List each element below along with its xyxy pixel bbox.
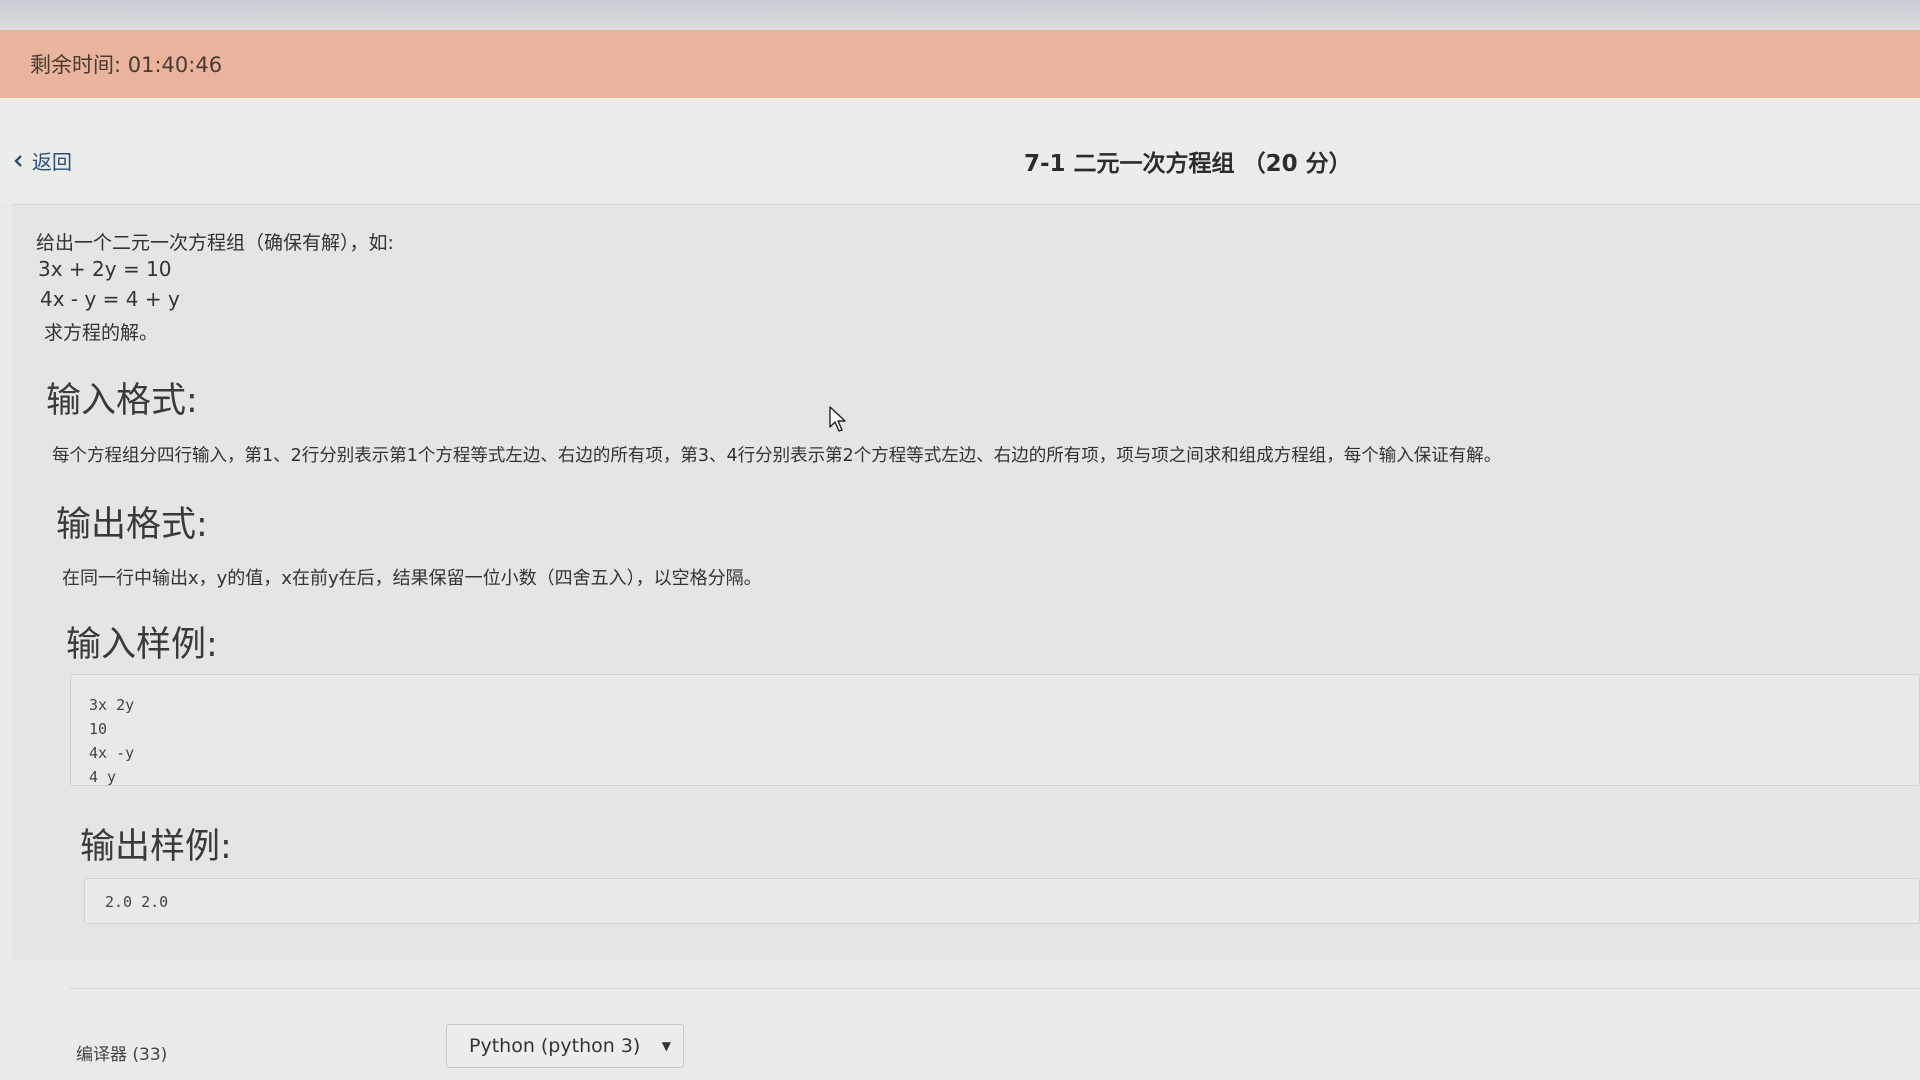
caret-down-icon: ▼: [661, 1039, 671, 1053]
back-link[interactable]: 返回: [12, 146, 72, 175]
intro-line: 3x + 2y = 10: [38, 257, 172, 281]
chevron-left-icon: [12, 149, 26, 173]
problem-title: 7-1 二元一次方程组 （20 分）: [1024, 151, 1352, 177]
compiler-selected-value: Python (python 3): [469, 1035, 641, 1057]
input-format-text: 每个方程组分四行输入，第1、2行分别表示第1个方程等式左边、右边的所有项，第3、…: [52, 446, 1502, 466]
input-format-heading: 输入格式:: [46, 381, 198, 421]
mouse-pointer-icon: [829, 406, 846, 432]
output-format-heading: 输出格式:: [56, 505, 208, 545]
compiler-select[interactable]: Python (python 3) ▼: [446, 1024, 684, 1068]
sample-input-box: 3x 2y 10 4x -y 4 y: [70, 674, 1920, 786]
browser-top-strip: [0, 0, 1920, 30]
sample-output-line: 2.0 2.0: [105, 893, 169, 911]
sample-output-heading: 输出样例:: [80, 827, 232, 867]
sample-input-line: 4x -y: [89, 744, 135, 762]
sample-input-line: 4 y: [89, 768, 117, 786]
sample-output-box: 2.0 2.0: [84, 878, 1920, 924]
section-divider: [70, 988, 1920, 989]
compiler-label: 编译器 (33): [76, 1045, 168, 1065]
sample-input-line: 10: [89, 720, 108, 738]
intro-line: 给出一个二元一次方程组（确保有解），如:: [36, 232, 394, 254]
sample-input-heading: 输入样例:: [66, 625, 218, 665]
intro-line: 求方程的解。: [44, 322, 159, 344]
output-format-text: 在同一行中输出x，y的值，x在前y在后，结果保留一位小数（四舍五入），以空格分隔…: [62, 568, 762, 589]
remaining-time-bar: 剩余时间: 01:40:46: [0, 30, 1920, 98]
sample-input-line: 3x 2y: [89, 696, 135, 714]
remaining-time-text: 剩余时间: 01:40:46: [30, 53, 223, 77]
back-link-label: 返回: [32, 150, 72, 174]
intro-line: 4x - y = 4 + y: [40, 287, 180, 311]
problem-header: [0, 98, 1920, 204]
